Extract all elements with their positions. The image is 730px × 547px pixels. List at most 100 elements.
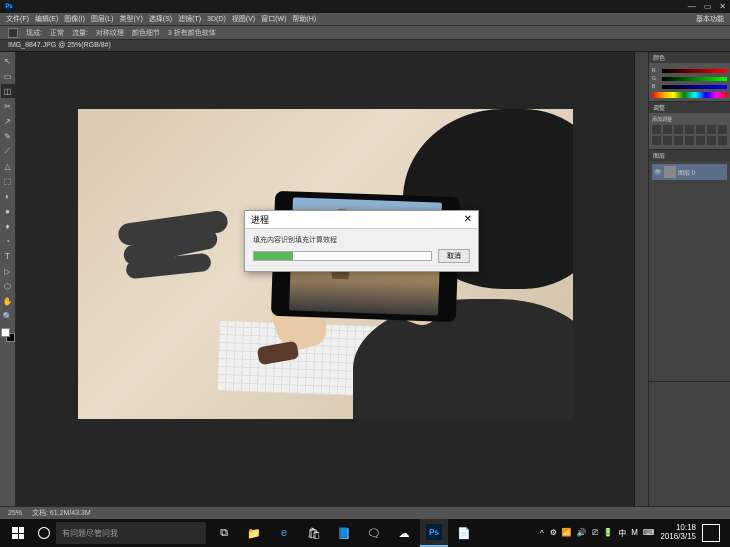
stamp-tool[interactable]: △ [1, 159, 15, 173]
layer-thumbnail[interactable] [664, 166, 676, 178]
marquee-tool[interactable]: ▭ [1, 69, 15, 83]
menu-file[interactable]: 文件(F) [6, 14, 29, 24]
adjustment-icon[interactable] [685, 136, 694, 145]
minimize-button[interactable]: — [688, 2, 696, 11]
app-icon[interactable]: 📄 [450, 519, 478, 547]
move-tool[interactable]: ↖ [1, 54, 15, 68]
zoom-level[interactable]: 25% [8, 510, 22, 517]
app-icon[interactable]: ☁ [390, 519, 418, 547]
file-explorer-icon[interactable]: 📁 [240, 519, 268, 547]
search-input[interactable]: 有问题尽管问我 [56, 522, 206, 544]
cancel-button[interactable]: 取消 [438, 249, 470, 263]
edge-browser-icon[interactable]: e [270, 519, 298, 547]
ime-mode-icon[interactable]: M [631, 528, 638, 539]
r-label: R [652, 68, 660, 74]
color-tab[interactable]: 颜色 [653, 53, 665, 62]
shape-tool[interactable]: ⬡ [1, 279, 15, 293]
workspace-switcher[interactable]: 基本功能 [696, 14, 724, 24]
clock-date: 2016/3/15 [660, 533, 696, 542]
menu-3d[interactable]: 3D(D) [207, 16, 226, 23]
menu-filter[interactable]: 滤镜(T) [178, 14, 201, 24]
clock[interactable]: 10:18 2016/3/15 [660, 524, 696, 542]
menu-window[interactable]: 窗口(W) [261, 14, 286, 24]
tray-icon[interactable]: ⚙ [550, 528, 557, 539]
adjustment-icon[interactable] [652, 136, 661, 145]
adjustment-icon[interactable] [707, 125, 716, 134]
option-mode[interactable]: 正常 [50, 28, 64, 38]
color-ramp[interactable] [652, 92, 727, 98]
app-icon[interactable]: 🗨 [360, 519, 388, 547]
tray-icon[interactable]: ⎚ [592, 528, 598, 539]
adjustment-icon[interactable] [718, 136, 727, 145]
menu-view[interactable]: 视图(V) [232, 14, 255, 24]
tray-chevron-icon[interactable]: ^ [540, 529, 544, 538]
app-icon[interactable]: 📘 [330, 519, 358, 547]
menu-layer[interactable]: 图层(L) [91, 14, 114, 24]
adjustment-icon[interactable] [685, 125, 694, 134]
network-icon[interactable]: 📶 [562, 528, 572, 539]
color-swatches[interactable] [1, 328, 15, 342]
ps-logo-icon: Ps [4, 2, 14, 12]
history-brush-tool[interactable]: ⬚ [1, 174, 15, 188]
ime-lang-icon[interactable]: 中 [618, 528, 626, 539]
gradient-tool[interactable]: ● [1, 204, 15, 218]
document-tab[interactable]: IMG_8847.JPG @ 25%(RGB/8#) [0, 40, 730, 52]
option-item[interactable]: 颜色细节 [132, 28, 160, 38]
menu-help[interactable]: 帮助(H) [292, 14, 316, 24]
menu-edit[interactable]: 编辑(E) [35, 14, 58, 24]
menu-select[interactable]: 选择(S) [149, 14, 172, 24]
eyedropper-tool[interactable]: ↗ [1, 114, 15, 128]
keyboard-icon[interactable]: ⌨ [643, 528, 655, 539]
pen-tool[interactable]: ▷ [1, 264, 15, 278]
document-info[interactable]: 文档: 61.2M/43.3M [32, 508, 91, 518]
adjustment-icon[interactable] [696, 136, 705, 145]
menu-image[interactable]: 图像(I) [64, 14, 85, 24]
close-button[interactable]: ✕ [719, 2, 726, 11]
adjustment-icon[interactable] [718, 125, 727, 134]
adjustment-icon[interactable] [707, 136, 716, 145]
adjustments-tab[interactable]: 调整 [653, 103, 665, 112]
r-slider[interactable] [662, 69, 727, 73]
layers-tab[interactable]: 图层 [653, 151, 665, 160]
dialog-close-button[interactable]: ✕ [464, 214, 472, 225]
zoom-tool[interactable]: 🔍 [1, 309, 15, 323]
healing-tool[interactable]: ✎ [1, 129, 15, 143]
menu-type[interactable]: 类型(Y) [119, 14, 142, 24]
action-center-icon[interactable] [702, 524, 720, 542]
visibility-icon[interactable]: 👁 [654, 169, 662, 176]
b-slider[interactable] [662, 85, 727, 89]
maximize-button[interactable]: ▭ [704, 2, 712, 11]
photoshop-taskbar-icon[interactable]: Ps [420, 519, 448, 547]
window-controls: — ▭ ✕ [688, 2, 726, 11]
adjustment-icon[interactable] [674, 125, 683, 134]
lasso-tool[interactable]: ◫ [1, 84, 15, 98]
crop-tool[interactable]: ✂ [1, 99, 15, 113]
system-tray: ^ ⚙ 📶 🔊 ⎚ 🔋 中 M ⌨ 10:18 2016/3/15 [540, 524, 726, 542]
option-item[interactable]: 3 折有颜色软体 [168, 28, 216, 38]
start-button[interactable] [4, 519, 32, 547]
volume-icon[interactable]: 🔊 [577, 528, 587, 539]
g-slider[interactable] [662, 77, 727, 81]
adjustment-icon[interactable] [652, 125, 661, 134]
hand-tool[interactable]: ✋ [1, 294, 15, 308]
canvas-area[interactable]: 炽热狙击 进程 ✕ 填充内容识别填充计算效程 [16, 52, 634, 506]
adjustment-icon[interactable] [696, 125, 705, 134]
adjustment-icon[interactable] [663, 125, 672, 134]
collapsed-panel-dock[interactable] [635, 52, 649, 506]
adjustment-icon[interactable] [663, 136, 672, 145]
adjustment-icon[interactable] [674, 136, 683, 145]
layer-row[interactable]: 👁 图层 0 [652, 164, 727, 180]
option-item[interactable]: 对称纹理 [96, 28, 124, 38]
battery-icon[interactable]: 🔋 [603, 528, 613, 539]
tool-preset-icon[interactable] [8, 28, 18, 38]
eraser-tool[interactable]: ◐ [1, 189, 15, 203]
store-icon[interactable]: 🛍 [300, 519, 328, 547]
cortana-button[interactable] [32, 527, 56, 539]
dialog-title-bar[interactable]: 进程 ✕ [245, 211, 478, 229]
task-view-button[interactable]: ⧉ [210, 519, 238, 547]
foreground-color-swatch[interactable] [1, 328, 10, 337]
brush-tool[interactable]: ⟋ [1, 144, 15, 158]
type-tool[interactable]: T [1, 249, 15, 263]
blur-tool[interactable]: ♦ [1, 219, 15, 233]
dodge-tool[interactable]: ◔ [1, 234, 15, 248]
